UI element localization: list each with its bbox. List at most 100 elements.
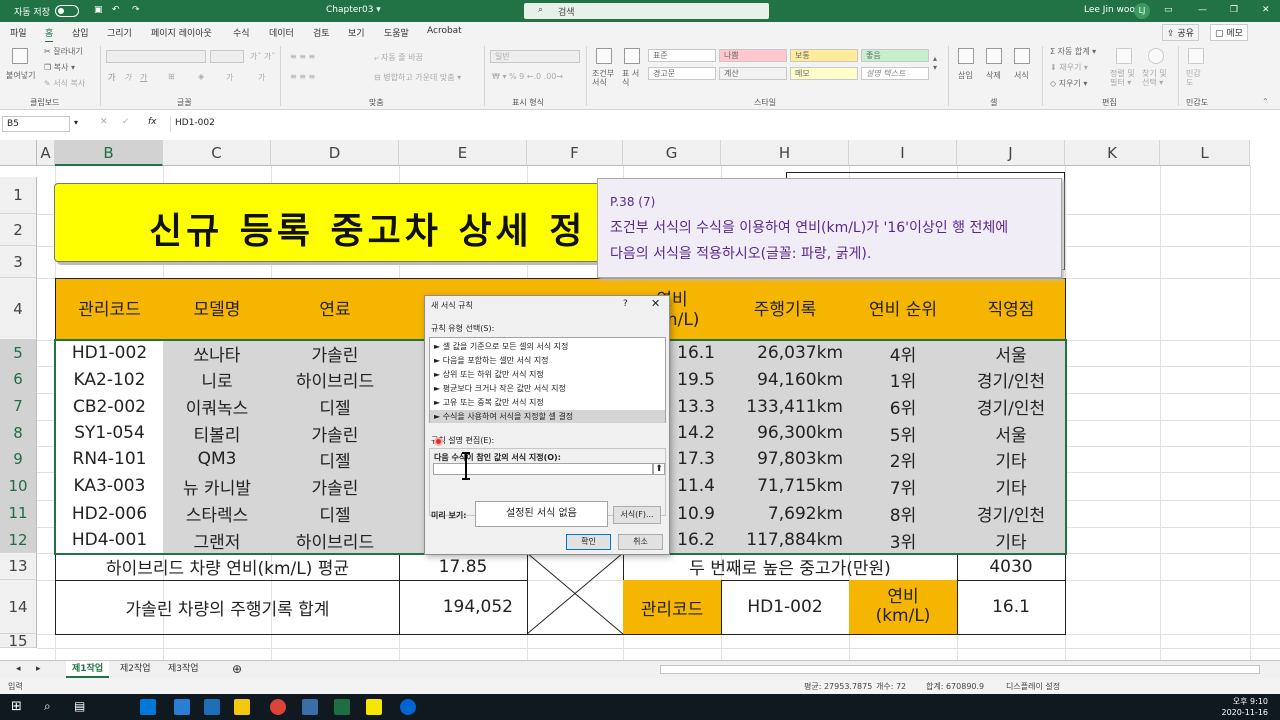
table-cell[interactable]: QM3 bbox=[163, 446, 272, 473]
row-header-15[interactable]: 15 bbox=[0, 634, 37, 649]
comments-button[interactable]: ▢ 메모 bbox=[1210, 24, 1248, 41]
efficiency-value[interactable]: 16.1 bbox=[957, 580, 1066, 635]
table-cell[interactable]: 하이브리드 bbox=[271, 366, 400, 394]
collapse-ribbon-icon[interactable]: ⌃ bbox=[1262, 97, 1269, 106]
conditional-format-button[interactable]: 조건부 서식 bbox=[592, 69, 618, 87]
row-header-2[interactable]: 2 bbox=[0, 214, 37, 246]
row-header-13[interactable]: 13 bbox=[0, 553, 37, 580]
table-cell[interactable]: 경기/인천 bbox=[957, 500, 1066, 528]
number-format-box[interactable]: 일반 bbox=[490, 50, 580, 63]
autosave-toggle[interactable] bbox=[55, 5, 79, 17]
style-explanatory[interactable]: 설명 텍스트 bbox=[861, 67, 929, 80]
table-cell[interactable]: 디젤 bbox=[271, 393, 400, 421]
rule-type-list[interactable]: ► 셀 값을 기준으로 모든 셀의 서식 지정 ► 다음을 포함하는 셀만 서식… bbox=[429, 337, 666, 423]
menu-draw[interactable]: 그리기 bbox=[107, 26, 132, 39]
insert-cells-icon[interactable] bbox=[958, 48, 974, 64]
font-color-icon[interactable]: 가 bbox=[226, 72, 233, 83]
table-cell[interactable]: 133,411km bbox=[721, 393, 850, 421]
find-select-button[interactable]: 찾기 및 선택 ▾ bbox=[1142, 69, 1172, 87]
table-format-button[interactable]: 표 서식 bbox=[622, 69, 644, 87]
save-icon[interactable]: ▣ bbox=[94, 5, 103, 15]
table-cell[interactable]: 경기/인천 bbox=[957, 366, 1066, 394]
menu-file[interactable]: 파일 bbox=[10, 26, 27, 39]
column-header-G[interactable]: G bbox=[623, 140, 721, 166]
insert-function-icon[interactable]: fx bbox=[148, 117, 157, 127]
column-header-A[interactable]: A bbox=[37, 140, 55, 166]
menu-data[interactable]: 데이터 bbox=[269, 26, 294, 39]
excel-icon[interactable] bbox=[334, 699, 350, 715]
table-cell[interactable]: 니로 bbox=[163, 366, 272, 394]
menu-help[interactable]: 도움말 bbox=[384, 26, 409, 39]
table-cell[interactable]: CB2-002 bbox=[55, 393, 164, 421]
hybrid-average-value[interactable]: 17.85 bbox=[399, 553, 528, 581]
wrap-text-button[interactable]: ⤶ 자동 줄 바꿈 bbox=[374, 52, 423, 63]
task-view-icon[interactable]: ▤ bbox=[74, 699, 85, 713]
column-header-B[interactable]: B bbox=[55, 140, 163, 166]
rule-type-item[interactable]: ► 셀 값을 기준으로 모든 셀의 서식 지정 bbox=[430, 340, 665, 353]
table-cell[interactable]: 4위 bbox=[849, 340, 958, 367]
table-cell[interactable]: KA3-003 bbox=[55, 472, 164, 501]
table-cell[interactable]: 5위 bbox=[849, 420, 958, 447]
style-warning[interactable]: 경고문 bbox=[648, 67, 716, 80]
delete-cells-button[interactable]: 삭제 bbox=[986, 70, 1001, 81]
style-bad[interactable]: 나쁨 bbox=[719, 49, 787, 62]
row-header-7[interactable]: 7 bbox=[0, 393, 37, 420]
format-button[interactable]: 서식(F)... bbox=[613, 506, 661, 524]
border-icon[interactable]: ⊞ bbox=[168, 72, 175, 81]
avatar[interactable]: LJ bbox=[1134, 3, 1150, 19]
sensitivity-button[interactable]: 민감도 bbox=[1186, 69, 1208, 87]
style-neutral[interactable]: 보통 bbox=[790, 49, 858, 62]
style-normal[interactable]: 표준 bbox=[648, 49, 716, 62]
table-cell[interactable]: 디젤 bbox=[271, 446, 400, 473]
phonetic-icon[interactable]: 가 bbox=[258, 72, 265, 83]
add-sheet-icon[interactable]: ⊕ bbox=[226, 661, 248, 678]
table-header-cell[interactable]: 관리코드 bbox=[55, 278, 164, 341]
row-header-3[interactable]: 3 bbox=[0, 246, 37, 278]
table-cell[interactable]: 가솔린 bbox=[271, 420, 400, 447]
gasoline-total-label[interactable]: 가솔린 차량의 주행기록 합계 bbox=[55, 580, 400, 635]
menu-page-layout[interactable]: 페이지 레이아웃 bbox=[151, 26, 212, 39]
formula-input[interactable]: HD1-002 bbox=[170, 116, 1278, 132]
column-header-I[interactable]: I bbox=[849, 140, 957, 166]
table-cell[interactable]: HD4-001 bbox=[55, 527, 164, 554]
rule-type-item[interactable]: ► 평균보다 크거나 작은 값만 서식 지정 bbox=[430, 382, 665, 395]
efficiency-label[interactable]: 연비 (km/L) bbox=[849, 580, 958, 635]
table-cell[interactable]: KA2-102 bbox=[55, 366, 164, 394]
table-cell[interactable]: 기타 bbox=[957, 446, 1066, 473]
sort-filter-button[interactable]: 정렬 및 필터 ▾ bbox=[1110, 69, 1136, 87]
menu-formulas[interactable]: 수식 bbox=[233, 26, 250, 39]
bold-icon[interactable]: 가 bbox=[108, 72, 115, 83]
tab-sheet-2[interactable]: 제2작업 bbox=[114, 661, 157, 678]
table-cell[interactable]: 가솔린 bbox=[271, 472, 400, 501]
next-sheet-icon[interactable]: ▸ bbox=[30, 661, 47, 678]
row-header-11[interactable]: 11 bbox=[0, 500, 37, 527]
table-cell[interactable]: 7위 bbox=[849, 472, 958, 501]
table-cell[interactable]: 94,160km bbox=[721, 366, 850, 394]
clock[interactable]: 오후 9:10 2020-11-16 bbox=[1222, 696, 1269, 718]
format-cells-icon[interactable] bbox=[1014, 48, 1030, 64]
currency-icon[interactable]: ₩ ▾ % 9 ←.0 .00→ bbox=[492, 72, 563, 81]
paste-icon[interactable] bbox=[12, 48, 28, 64]
display-settings[interactable]: 디스플레이 설정 bbox=[1006, 681, 1060, 692]
table-cell[interactable]: 3위 bbox=[849, 527, 958, 554]
format-painter-button[interactable]: ✎ 서식 복사 bbox=[44, 78, 85, 89]
column-header-K[interactable]: K bbox=[1065, 140, 1160, 166]
table-cell[interactable]: 서울 bbox=[957, 340, 1066, 367]
horizontal-scrollbar[interactable] bbox=[660, 665, 1260, 674]
ok-button[interactable]: 확인 bbox=[566, 534, 611, 550]
clear-button[interactable]: ◇ 지우기 ▾ bbox=[1050, 78, 1087, 89]
column-header-L[interactable]: L bbox=[1160, 140, 1250, 166]
gasoline-total-value[interactable]: 194,052 bbox=[399, 580, 528, 635]
font-grow-icon[interactable]: 가ˆ 가ˇ bbox=[250, 51, 275, 62]
row-header-9[interactable]: 9 bbox=[0, 446, 37, 472]
row-header-14[interactable]: 14 bbox=[0, 580, 37, 634]
table-cell[interactable]: 71,715km bbox=[721, 472, 850, 501]
share-button[interactable]: ⇪ 공유 bbox=[1162, 24, 1199, 41]
table-header-cell[interactable]: 주행기록 bbox=[721, 278, 850, 341]
column-header-C[interactable]: C bbox=[163, 140, 271, 166]
hybrid-average-label[interactable]: 하이브리드 차량 연비(km/L) 평균 bbox=[55, 553, 400, 581]
table-cell[interactable]: 1위 bbox=[849, 366, 958, 394]
table-header-cell[interactable]: 직영점 bbox=[957, 278, 1066, 341]
fill-button[interactable]: ⬇ 채우기 ▾ bbox=[1050, 62, 1088, 73]
row-header-6[interactable]: 6 bbox=[0, 366, 37, 393]
